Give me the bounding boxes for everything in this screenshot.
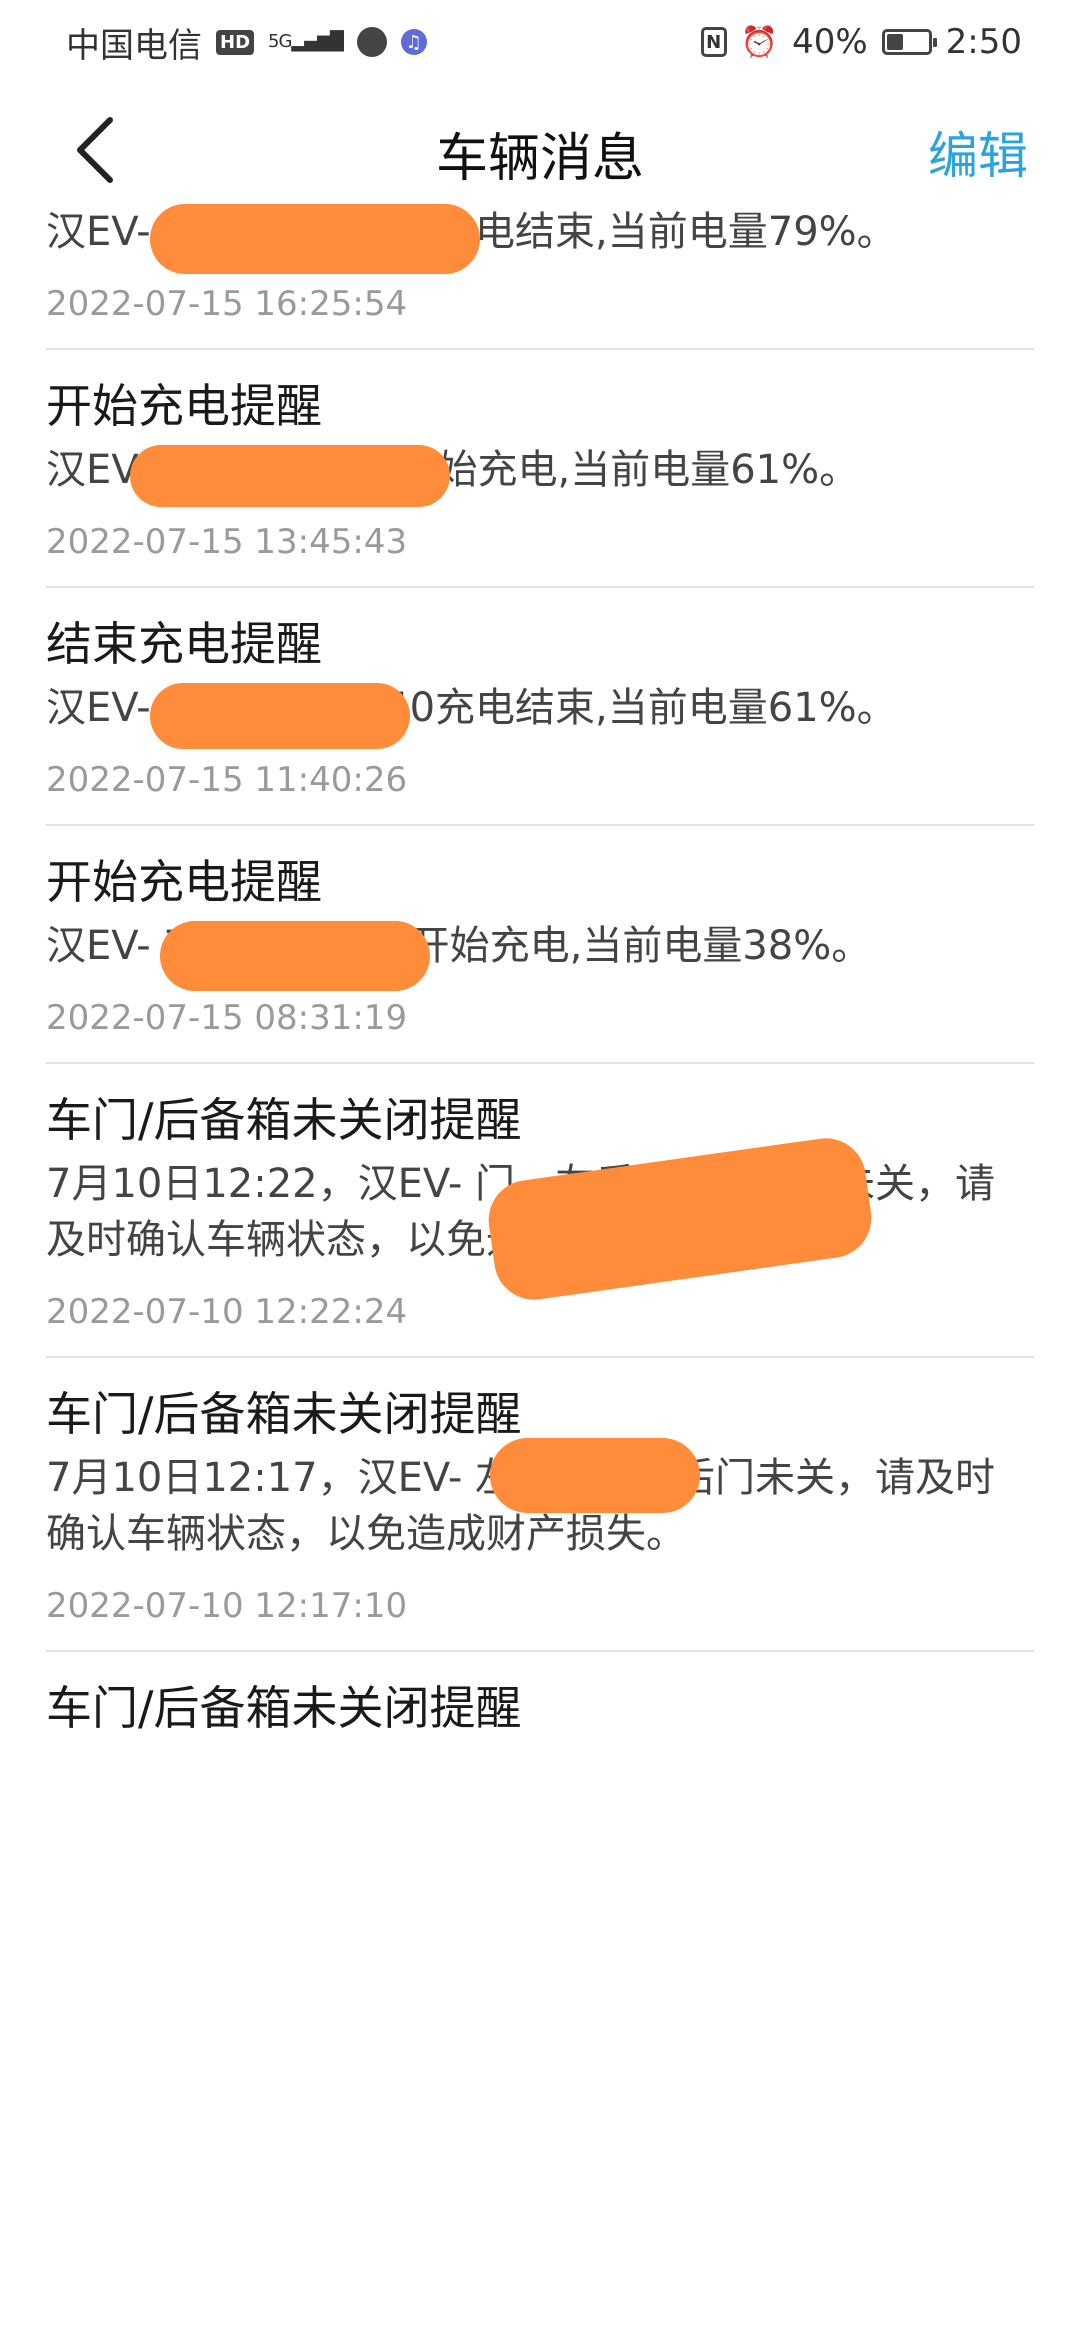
edit-button[interactable]: 编辑 [928, 116, 1028, 188]
message-time: 2022-07-10 12:17:10 [46, 1586, 408, 1626]
message-time: 2022-07-15 13:45:43 [46, 522, 408, 562]
redaction-mark [160, 921, 430, 991]
message-item[interactable]: 开始充电提醒 汉EV 月15日13:45开始充电,当前电量61%。 2022-0… [0, 350, 1080, 566]
app-notification-icon [356, 27, 387, 57]
carrier-label: 中国电信 [66, 25, 202, 66]
redaction-mark [150, 683, 410, 749]
redaction-mark [150, 204, 480, 274]
music-icon: ♫ [400, 29, 427, 55]
message-time: 2022-07-15 08:31:19 [46, 998, 408, 1038]
battery-percent: 40% [792, 22, 868, 62]
redaction-mark [130, 445, 450, 507]
redaction-mark [490, 1438, 700, 1513]
message-time: 2022-07-15 11:40:26 [46, 760, 408, 800]
message-list: 汉EV- 7月15日16:25充电结束,当前电量79%。 2022-07-15 … [0, 190, 1080, 1744]
alarm-icon: ⏰ [740, 24, 779, 60]
battery-fill [886, 34, 903, 50]
message-item[interactable]: 开始充电提醒 汉EV- 7月15日8:31开始充电,当前电量38%。 2022-… [0, 826, 1080, 1042]
message-time: 2022-07-15 16:25:54 [46, 284, 408, 324]
message-title: 开始充电提醒 [46, 855, 322, 909]
message-title: 结束充电提醒 [46, 617, 322, 671]
message-item[interactable]: 汉EV- 7月15日16:25充电结束,当前电量79%。 2022-07-15 … [0, 204, 1080, 328]
message-title: 车门/后备箱未关闭提醒 [46, 1093, 522, 1147]
message-item[interactable]: 结束充电提醒 汉EV- 7月15日11:40充电结束,当前电量61%。 2022… [0, 588, 1080, 804]
nfc-icon: N [700, 27, 727, 57]
signal-icon: 5G▂▄▆█ [268, 31, 344, 52]
status-bar: 中国电信 HD 5G▂▄▆█ ♫ N ⏰ 40% 2:50 [0, 0, 1080, 84]
hd-icon: HD [216, 29, 255, 55]
network-type: 5G [268, 31, 292, 52]
message-item[interactable]: 车门/后备箱未关闭提醒 [0, 1652, 1080, 1744]
message-item[interactable]: 车门/后备箱未关闭提醒 7月10日12:17，汉EV- 左前门、右后门未关，请及… [0, 1358, 1080, 1630]
page-title: 车辆消息 [435, 129, 644, 189]
battery-icon [881, 29, 937, 55]
message-title: 开始充电提醒 [46, 379, 322, 433]
clock: 2:50 [945, 22, 1022, 62]
message-title: 车门/后备箱未关闭提醒 [46, 1681, 522, 1735]
message-item[interactable]: 车门/后备箱未关闭提醒 7月10日12:22，汉EV- 门、左后门、右后门未关，… [0, 1064, 1080, 1336]
